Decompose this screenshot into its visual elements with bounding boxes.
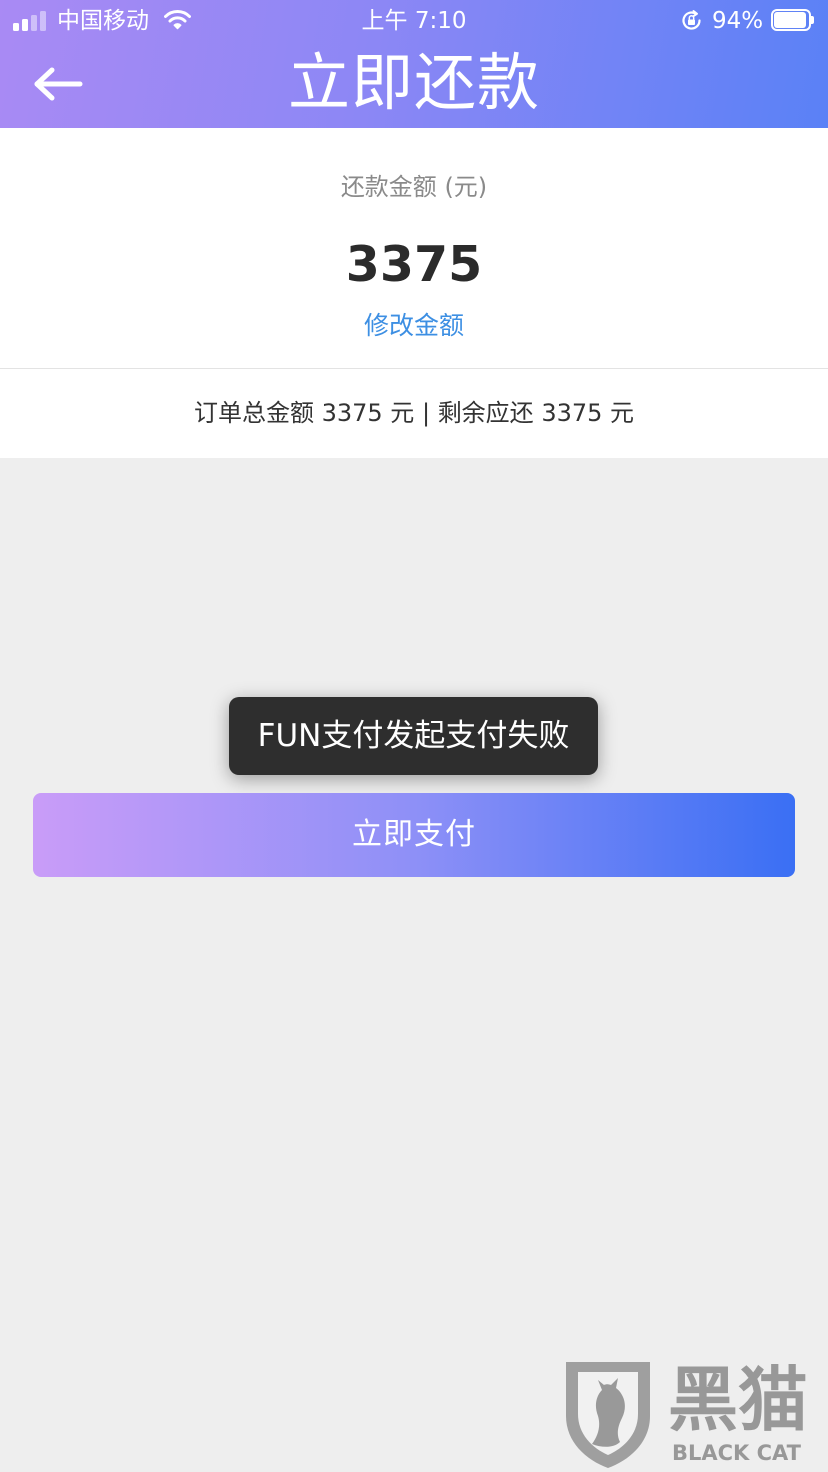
signal-bar: [13, 23, 19, 31]
status-time: 上午 7:10: [361, 8, 467, 34]
battery-fill: [774, 12, 806, 28]
rotation-lock-icon: [682, 10, 701, 30]
top-bar: 中国移动 上午 7:10 94% 立即还款: [0, 0, 828, 128]
repayment-amount-value: 3375: [345, 236, 483, 293]
error-toast: FUN支付发起支付失败: [229, 697, 598, 775]
repayment-amount-panel: 还款金额 (元) 3375 修改金额: [0, 128, 828, 368]
watermark-brand-en: BLACK CAT: [672, 1441, 801, 1465]
battery-icon: [771, 9, 814, 31]
signal-icon: [13, 9, 49, 31]
page-title: 立即还款: [287, 46, 540, 119]
edit-amount-link[interactable]: 修改金额: [354, 310, 474, 342]
remaining-due: 剩余应还 3375 元: [437, 399, 635, 427]
carrier-name: 中国移动: [57, 8, 149, 34]
battery-nub: [811, 16, 814, 24]
signal-bar: [31, 15, 37, 31]
signal-bar: [22, 19, 28, 31]
back-arrow-icon[interactable]: [31, 66, 85, 102]
signal-bar: [40, 11, 46, 31]
order-total: 订单总金额 3375 元: [193, 399, 415, 427]
black-cat-shield-icon: [566, 1362, 650, 1468]
wifi-icon: [164, 10, 191, 30]
repayment-amount-label: 还款金额 (元): [340, 173, 488, 201]
order-summary: 订单总金额 3375 元 | 剩余应还 3375 元: [0, 369, 828, 458]
watermark-brand-cn: 黑猫: [668, 1359, 808, 1441]
battery-percent: 94%: [712, 8, 764, 34]
pay-now-button[interactable]: 立即支付: [33, 793, 795, 877]
summary-separator: |: [421, 399, 431, 427]
